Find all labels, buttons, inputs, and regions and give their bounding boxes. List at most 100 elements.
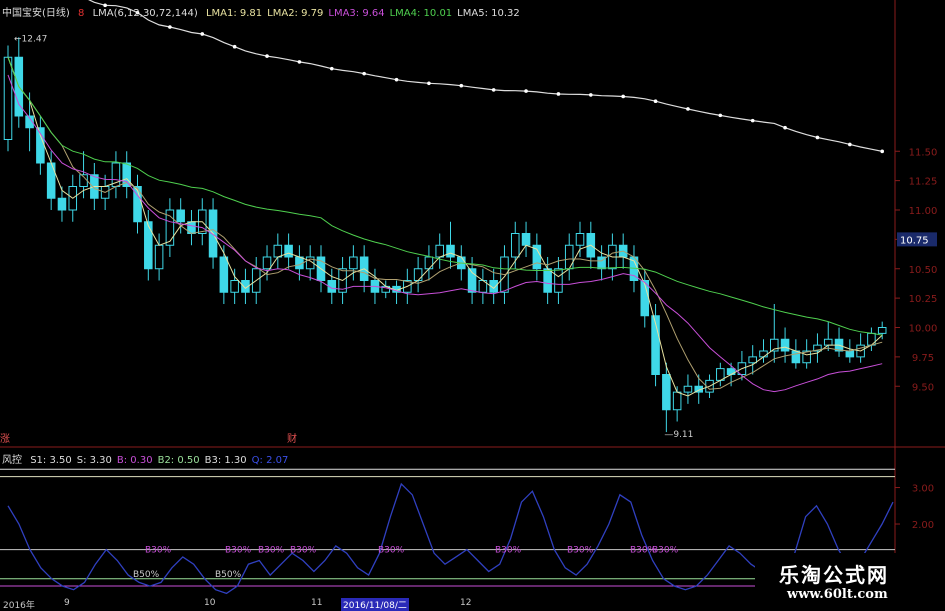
y-tick-label: 11.25 [909, 177, 938, 188]
stock-title: 中国宝安(日线) [2, 8, 70, 19]
lma5-dot [653, 99, 658, 104]
band-label-b50: B50% [133, 570, 160, 580]
lma1-line [7, 57, 883, 397]
candle-body [230, 280, 239, 293]
band-label-b30: B30% [567, 546, 594, 556]
candle-body [510, 233, 520, 258]
event-marker: 涨 [0, 433, 10, 445]
band-label-b30: B30% [378, 546, 405, 556]
indicator-name: 风控 [2, 455, 22, 466]
band-label-b30: B30% [495, 546, 522, 556]
ind-y-tick-label: 3.00 [912, 484, 934, 495]
current-price-label: 10.75 [900, 235, 929, 246]
band-label-b50: B50% [215, 570, 242, 580]
ind-y-tick-label: 2.00 [912, 520, 934, 531]
candle-body [748, 356, 757, 364]
candle-body [219, 256, 229, 293]
band-label-b30: B30% [258, 546, 285, 556]
lma-value-5: LMA5: 10.32 [457, 8, 520, 19]
indicator-value: S: 3.30 [76, 455, 112, 466]
candle-body [780, 338, 790, 352]
y-tick-label: 11.00 [909, 206, 938, 217]
candle-body [424, 256, 434, 270]
candle-body [791, 350, 801, 364]
candle-body [284, 244, 293, 258]
candle-body [435, 244, 444, 258]
lma5-dot [848, 142, 852, 147]
low-label: —9.11 [664, 430, 693, 440]
date-cursor-label: 2016/11/08/二 [341, 598, 409, 611]
main-chart-header: 中国宝安(日线) 8 LMA(6,12,30,72,144) LMA1: 9.8… [2, 4, 530, 19]
lma5-dot [621, 94, 625, 99]
lma-value-3: LMA3: 9.64 [328, 8, 385, 19]
date-tick: 2016年 [3, 601, 35, 611]
lma5-dot [524, 89, 528, 93]
chart-canvas: 11.50 11.25 11.00 10.75 10.50 10.25 10.00 9.75 9… [0, 0, 945, 609]
candle-body [413, 268, 423, 281]
lma-value-4: LMA4: 10.01 [389, 8, 453, 19]
lma5-dot [459, 83, 464, 88]
lma5-dot [265, 54, 269, 58]
candle-body [262, 256, 272, 270]
lma5-dot [815, 135, 820, 140]
high-label: ←12.47 [14, 34, 47, 44]
date-tick: 11 [311, 598, 323, 608]
candle-body [349, 256, 358, 270]
lma5-dot [783, 125, 787, 130]
lma2-line [7, 57, 883, 390]
y-tick-label: 11.50 [909, 147, 938, 158]
date-tick: 9 [64, 598, 70, 608]
watermark-title: 乐淘公式网 [779, 563, 889, 587]
candle-body [521, 233, 531, 246]
lma-params: LMA(6,12,30,72,144) [92, 8, 198, 19]
indicator-value: B: 0.30 [116, 455, 153, 466]
candle-body [273, 244, 283, 258]
candle-body [845, 350, 855, 358]
band-label-b30: B30% [145, 546, 172, 556]
lma5-dot [589, 93, 593, 97]
band-label-b30: B30% [290, 546, 317, 556]
lma3-line [7, 74, 883, 393]
lma5-line [88, 0, 883, 152]
candle-body [3, 56, 13, 140]
band-label-b30: B30% [652, 546, 679, 556]
lma5-dot [168, 25, 172, 29]
lma5-dot [718, 113, 723, 118]
lma-value-2: LMA2: 9.79 [267, 8, 324, 19]
candle-body [823, 338, 833, 346]
lma5-dot [200, 32, 205, 36]
y-tick-label: 9.75 [912, 353, 934, 364]
lma5-dot [491, 88, 496, 92]
lma5-dot [686, 107, 690, 111]
candle-body [683, 385, 693, 393]
candle-body [554, 268, 563, 293]
indicator-value: S1: 3.50 [30, 455, 72, 466]
y-tick-label: 10.25 [909, 294, 938, 305]
indicator-header: 风控 S1: 3.50 S: 3.30 B: 0.30 B2: 0.50 B3: 1.3… [2, 451, 298, 466]
candle-body [759, 350, 768, 358]
y-tick-label: 10.00 [909, 324, 938, 335]
watermark: 乐淘公式网 www.60lt.com [755, 553, 945, 609]
candle-body [176, 209, 185, 223]
lma5-dot [394, 77, 399, 82]
lma5-dot [232, 44, 237, 49]
lma5-dot [329, 66, 334, 71]
watermark-url: www.60lt.com [787, 587, 888, 602]
indicator-value: Q: 2.07 [251, 455, 289, 466]
candle-body [564, 244, 574, 270]
lma5-dot [556, 92, 561, 96]
candle-body [154, 244, 164, 270]
candle-body [57, 197, 67, 211]
band-label-b30: B30% [225, 546, 252, 556]
header-marker: 8 [78, 8, 85, 19]
candle-body [144, 221, 153, 270]
event-marker: 财 [287, 432, 297, 445]
date-axis: 2016年 9 10 11 2016/11/08/二 12 [0, 598, 760, 611]
lma5-dot [427, 81, 431, 86]
candle-body [672, 391, 682, 411]
date-tick: 12 [460, 598, 472, 608]
indicator-value: B2: 0.50 [157, 455, 200, 466]
y-tick-label: 10.50 [909, 265, 938, 276]
lma5-dot [880, 149, 885, 154]
lma5-dot [362, 71, 366, 76]
